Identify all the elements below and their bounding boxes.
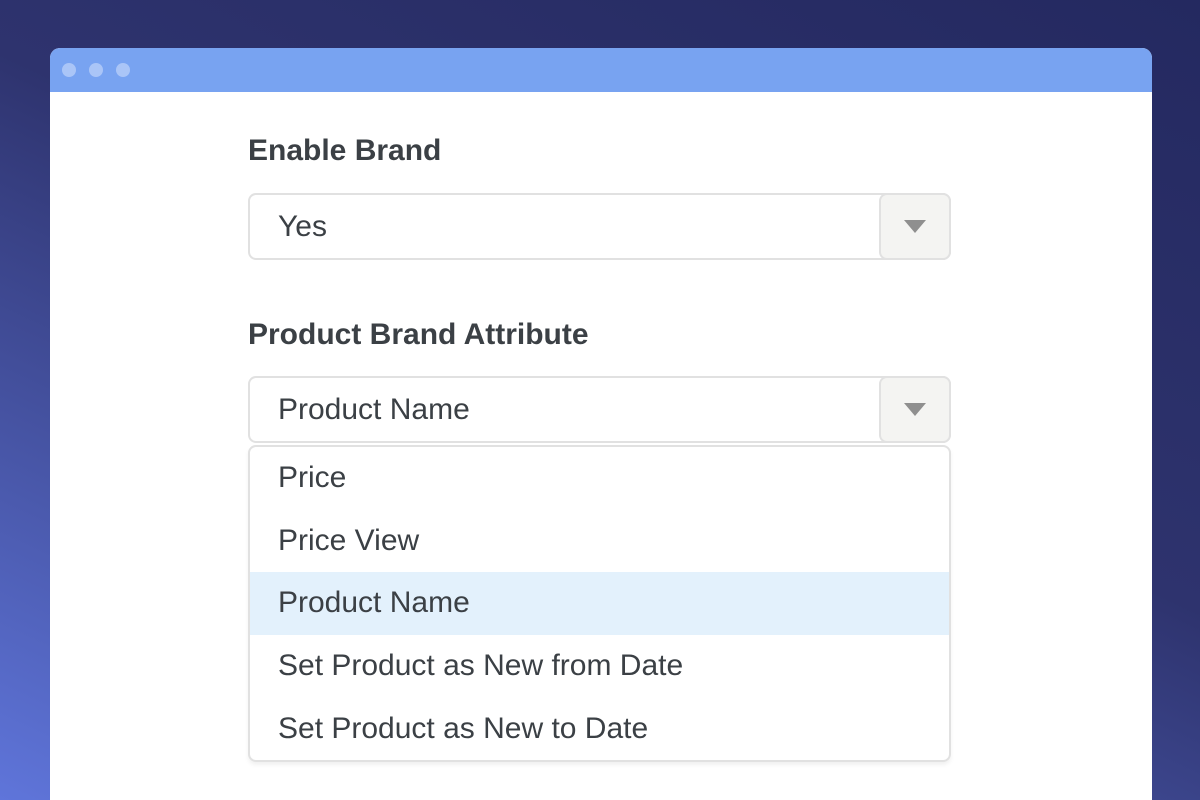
dropdown-options-list: Price Price View Product Name Set Produc…: [248, 445, 951, 762]
product-brand-attribute-label: Product Brand Attribute: [248, 318, 1152, 351]
dropdown-option[interactable]: Product Name: [250, 572, 949, 635]
window-titlebar: [50, 48, 1152, 92]
browser-window: Enable Brand Yes Product Brand Attribute…: [50, 48, 1152, 800]
enable-brand-selected-value: Yes: [278, 210, 949, 244]
product-brand-attribute-selected-value: Product Name: [278, 393, 949, 427]
chevron-down-icon: [904, 403, 926, 416]
dropdown-option[interactable]: Price: [250, 447, 949, 510]
enable-brand-select[interactable]: Yes: [248, 193, 951, 260]
product-brand-attribute-dropdown-button[interactable]: [879, 376, 951, 443]
form-content: Enable Brand Yes Product Brand Attribute…: [50, 92, 1152, 762]
field-group-product-brand-attribute: Product Brand Attribute Product Name Pri…: [248, 318, 1152, 762]
dropdown-option[interactable]: Set Product as New from Date: [250, 635, 949, 698]
dropdown-option[interactable]: Price View: [250, 510, 949, 573]
product-brand-attribute-select[interactable]: Product Name: [248, 376, 951, 443]
dropdown-option[interactable]: Set Product as New to Date: [250, 697, 949, 760]
window-control-dot: [116, 63, 130, 77]
chevron-down-icon: [904, 220, 926, 233]
enable-brand-label: Enable Brand: [248, 134, 1152, 167]
field-group-enable-brand: Enable Brand Yes: [248, 134, 1152, 260]
enable-brand-dropdown-button[interactable]: [879, 193, 951, 260]
window-control-dot: [89, 63, 103, 77]
window-control-dot: [62, 63, 76, 77]
